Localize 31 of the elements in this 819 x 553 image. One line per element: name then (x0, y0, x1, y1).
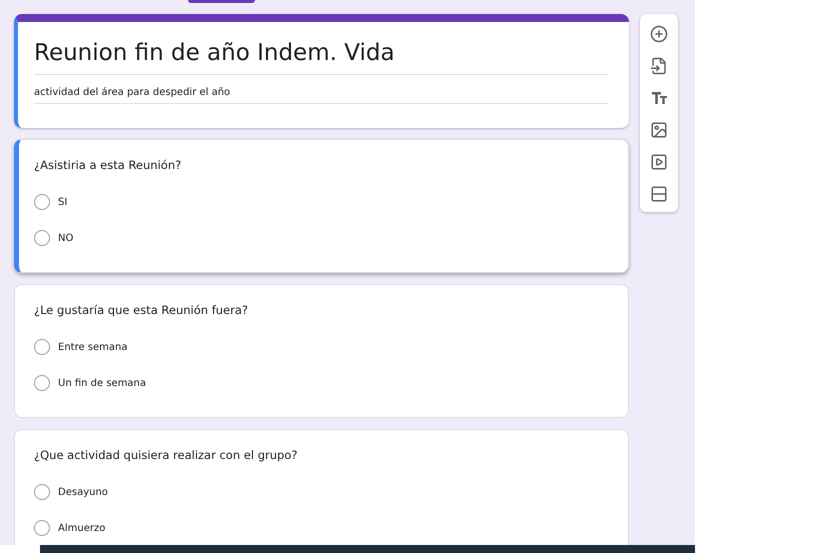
option-label: Almuerzo (58, 522, 106, 534)
option-label: NO (58, 232, 74, 244)
radio-button[interactable] (34, 484, 50, 500)
radio-button[interactable] (34, 375, 50, 391)
toolbar-button[interactable] (649, 120, 669, 140)
tab-indicator (188, 0, 255, 3)
radio-button[interactable] (34, 339, 50, 355)
option-label: Entre semana (58, 342, 128, 352)
toolbar-button[interactable] (649, 184, 669, 204)
toolbar-button[interactable] (649, 152, 669, 172)
radio-button[interactable] (34, 520, 50, 536)
form-description[interactable]: actividad del área para despedir el año (34, 81, 609, 104)
radio-button[interactable] (34, 194, 50, 210)
radio-button[interactable] (34, 230, 50, 246)
section-icon (650, 185, 668, 203)
video-icon (650, 153, 668, 171)
option-label: Desayuno (58, 486, 108, 498)
file-import-icon (650, 57, 668, 75)
add-circle-icon (650, 25, 668, 43)
question-text: ¿Que actividad quisiera realizar con el grupo? (34, 448, 298, 462)
image-icon (650, 121, 668, 139)
question-card[interactable]: ¿Que actividad quisiera realizar con el grupo? Desayuno Almuerzo (14, 429, 629, 545)
option-label: SI (58, 196, 68, 208)
question-text: ¿Asistiria a esta Reunión? (34, 158, 182, 172)
option-label: Un fin de semana (58, 378, 146, 388)
question-card[interactable]: ¿Le gustaría que esta Reunión fuera? Entre semana Un fin de semana (14, 284, 629, 418)
question-text: ¿Le gustaría que esta Reunión fuera? (34, 303, 249, 317)
text-size-icon (650, 91, 668, 105)
form-title[interactable]: Reunion fin de año Indem. Vida (34, 40, 609, 75)
question-card[interactable]: ¿Asistiria a esta Reunión? SI NO (14, 139, 629, 273)
toolbar-button[interactable] (649, 24, 669, 44)
